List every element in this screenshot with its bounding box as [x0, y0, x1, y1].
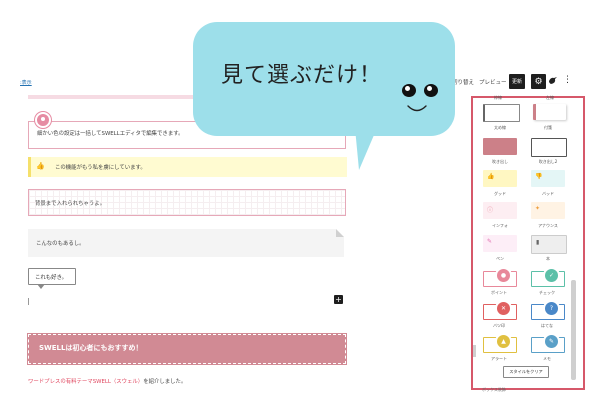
style-tile-alert[interactable]: ▲ [483, 333, 517, 353]
book-icon: ▮ [536, 239, 540, 246]
style-tile-speech[interactable] [483, 138, 517, 155]
style-label: バツ印 [493, 323, 505, 328]
style-tile-point[interactable]: ● [483, 267, 517, 287]
question-icon: ? [543, 300, 560, 317]
style-label: 吹き出し [492, 159, 508, 164]
fold-box-block[interactable]: こんなのもあるし。 [28, 229, 344, 257]
speech-box-block[interactable]: これも好き。 [28, 268, 76, 289]
style-tile-thick[interactable] [483, 104, 520, 122]
paragraph-block[interactable]: ワードプレスの有料テーマSWELL（スウェル）を紹介しました。 [28, 377, 186, 385]
bubble-text: 見て選ぶだけ！ [221, 63, 383, 88]
bird-icon[interactable] [548, 76, 558, 88]
publish-button[interactable]: 更新 [509, 74, 525, 89]
style-label: 吹き出し2 [538, 159, 558, 164]
style-label: インフォ [492, 223, 508, 228]
style-tile-announce[interactable]: ✦ [531, 202, 565, 219]
speech-tail [37, 284, 45, 289]
pin-icon [35, 112, 51, 128]
style-tile-speech2[interactable] [531, 138, 567, 157]
gear-icon[interactable]: ⚙ [531, 74, 546, 89]
smiley-face [398, 82, 446, 118]
style-tile-bad[interactable]: 👎 [531, 170, 565, 187]
style-label: グッド [494, 191, 506, 196]
style-tile-sticky[interactable] [533, 104, 566, 120]
style-label: チェック [539, 290, 555, 295]
more-options-icon[interactable]: ⋮ [563, 75, 572, 85]
pin-icon: ● [495, 267, 512, 284]
pin-box-text[interactable]: 細かい色の設定は一括してSWELLエディタで編集できます。 [37, 129, 183, 137]
style-tile-question[interactable]: ? [531, 300, 565, 320]
replace-button[interactable]: 切り替え [452, 78, 474, 86]
heading-text[interactable]: SWELLは初心者にもおすすめ！ [39, 343, 142, 353]
style-label: 本 [546, 256, 550, 261]
clear-style-button[interactable]: スタイルをクリア [503, 366, 549, 378]
smile-icon [407, 105, 427, 112]
speech-box-text[interactable]: これも好き。 [35, 273, 67, 281]
close-icon: ✕ [495, 300, 512, 317]
style-tile-cross[interactable]: ✕ [483, 300, 517, 320]
box-decoration-heading: ボックス装飾 [482, 387, 506, 392]
grid-box-text[interactable]: 背景まで入れられちゃうよ。 [35, 199, 105, 207]
info-icon: ⓘ [487, 207, 494, 214]
thumbs-up-icon: 👍 [36, 162, 45, 170]
panel-scrollbar[interactable] [571, 280, 576, 380]
style-label: メモ [543, 356, 551, 361]
style-label: バッド [542, 191, 554, 196]
megaphone-icon: ✦ [535, 205, 541, 212]
style-label-frame: 枠線 [494, 95, 502, 100]
preview-button[interactable]: プレビュー [479, 78, 507, 86]
text-cursor [28, 298, 29, 305]
style-label-leftline: 左線 [546, 95, 554, 100]
style-label: ペン [496, 256, 504, 261]
check-icon: ✓ [543, 267, 560, 284]
thumbs-down-icon: 👎 [535, 173, 543, 180]
panel-scrollbar-left [473, 345, 476, 357]
style-label: はてな [541, 323, 553, 328]
memo-icon: ✎ [543, 333, 560, 350]
paragraph-link[interactable]: ワードプレスの有料テーマSWELL（スウェル） [28, 379, 143, 385]
page-fold-corner [336, 229, 344, 237]
style-tile-pen[interactable]: ✎ [483, 235, 517, 252]
fold-box-text[interactable]: こんなのもあるし。 [36, 239, 85, 247]
pen-icon: ✎ [487, 238, 493, 245]
grid-box-block[interactable]: 背景まで入れられちゃうよ。 [28, 189, 346, 216]
alert-icon: ▲ [495, 333, 512, 350]
style-tile-check[interactable]: ✓ [531, 267, 565, 287]
style-label: ポイント [491, 290, 507, 295]
style-tile-book[interactable]: ▮ [531, 235, 567, 254]
style-tile-good[interactable]: 👍 [483, 170, 517, 187]
good-box-text[interactable]: この機能がもう私を虜にしています。 [55, 163, 146, 171]
add-block-button[interactable]: + [334, 295, 343, 304]
good-box-block[interactable]: 👍 この機能がもう私を虜にしています。 [28, 157, 347, 177]
style-tile-info[interactable]: ⓘ [483, 202, 517, 219]
heading-block[interactable]: SWELLは初心者にもおすすめ！ [27, 333, 347, 365]
view-link[interactable]: :表示 [20, 79, 32, 86]
style-tile-memo[interactable]: ✎ [531, 333, 565, 353]
thumbs-up-icon: 👍 [487, 173, 495, 180]
style-label: アナウンス [538, 223, 558, 228]
style-panel: 枠線 左線 太め線 付箋 吹き出し 吹き出し2 👍 👎 グッド バッド ⓘ ✦ … [471, 95, 585, 390]
style-label: アラート [491, 356, 507, 361]
style-label: 付箋 [544, 125, 552, 130]
style-label: 太め線 [494, 125, 506, 130]
speech-bubble-tail [355, 128, 377, 170]
paragraph-text: を紹介しました。 [143, 379, 187, 385]
